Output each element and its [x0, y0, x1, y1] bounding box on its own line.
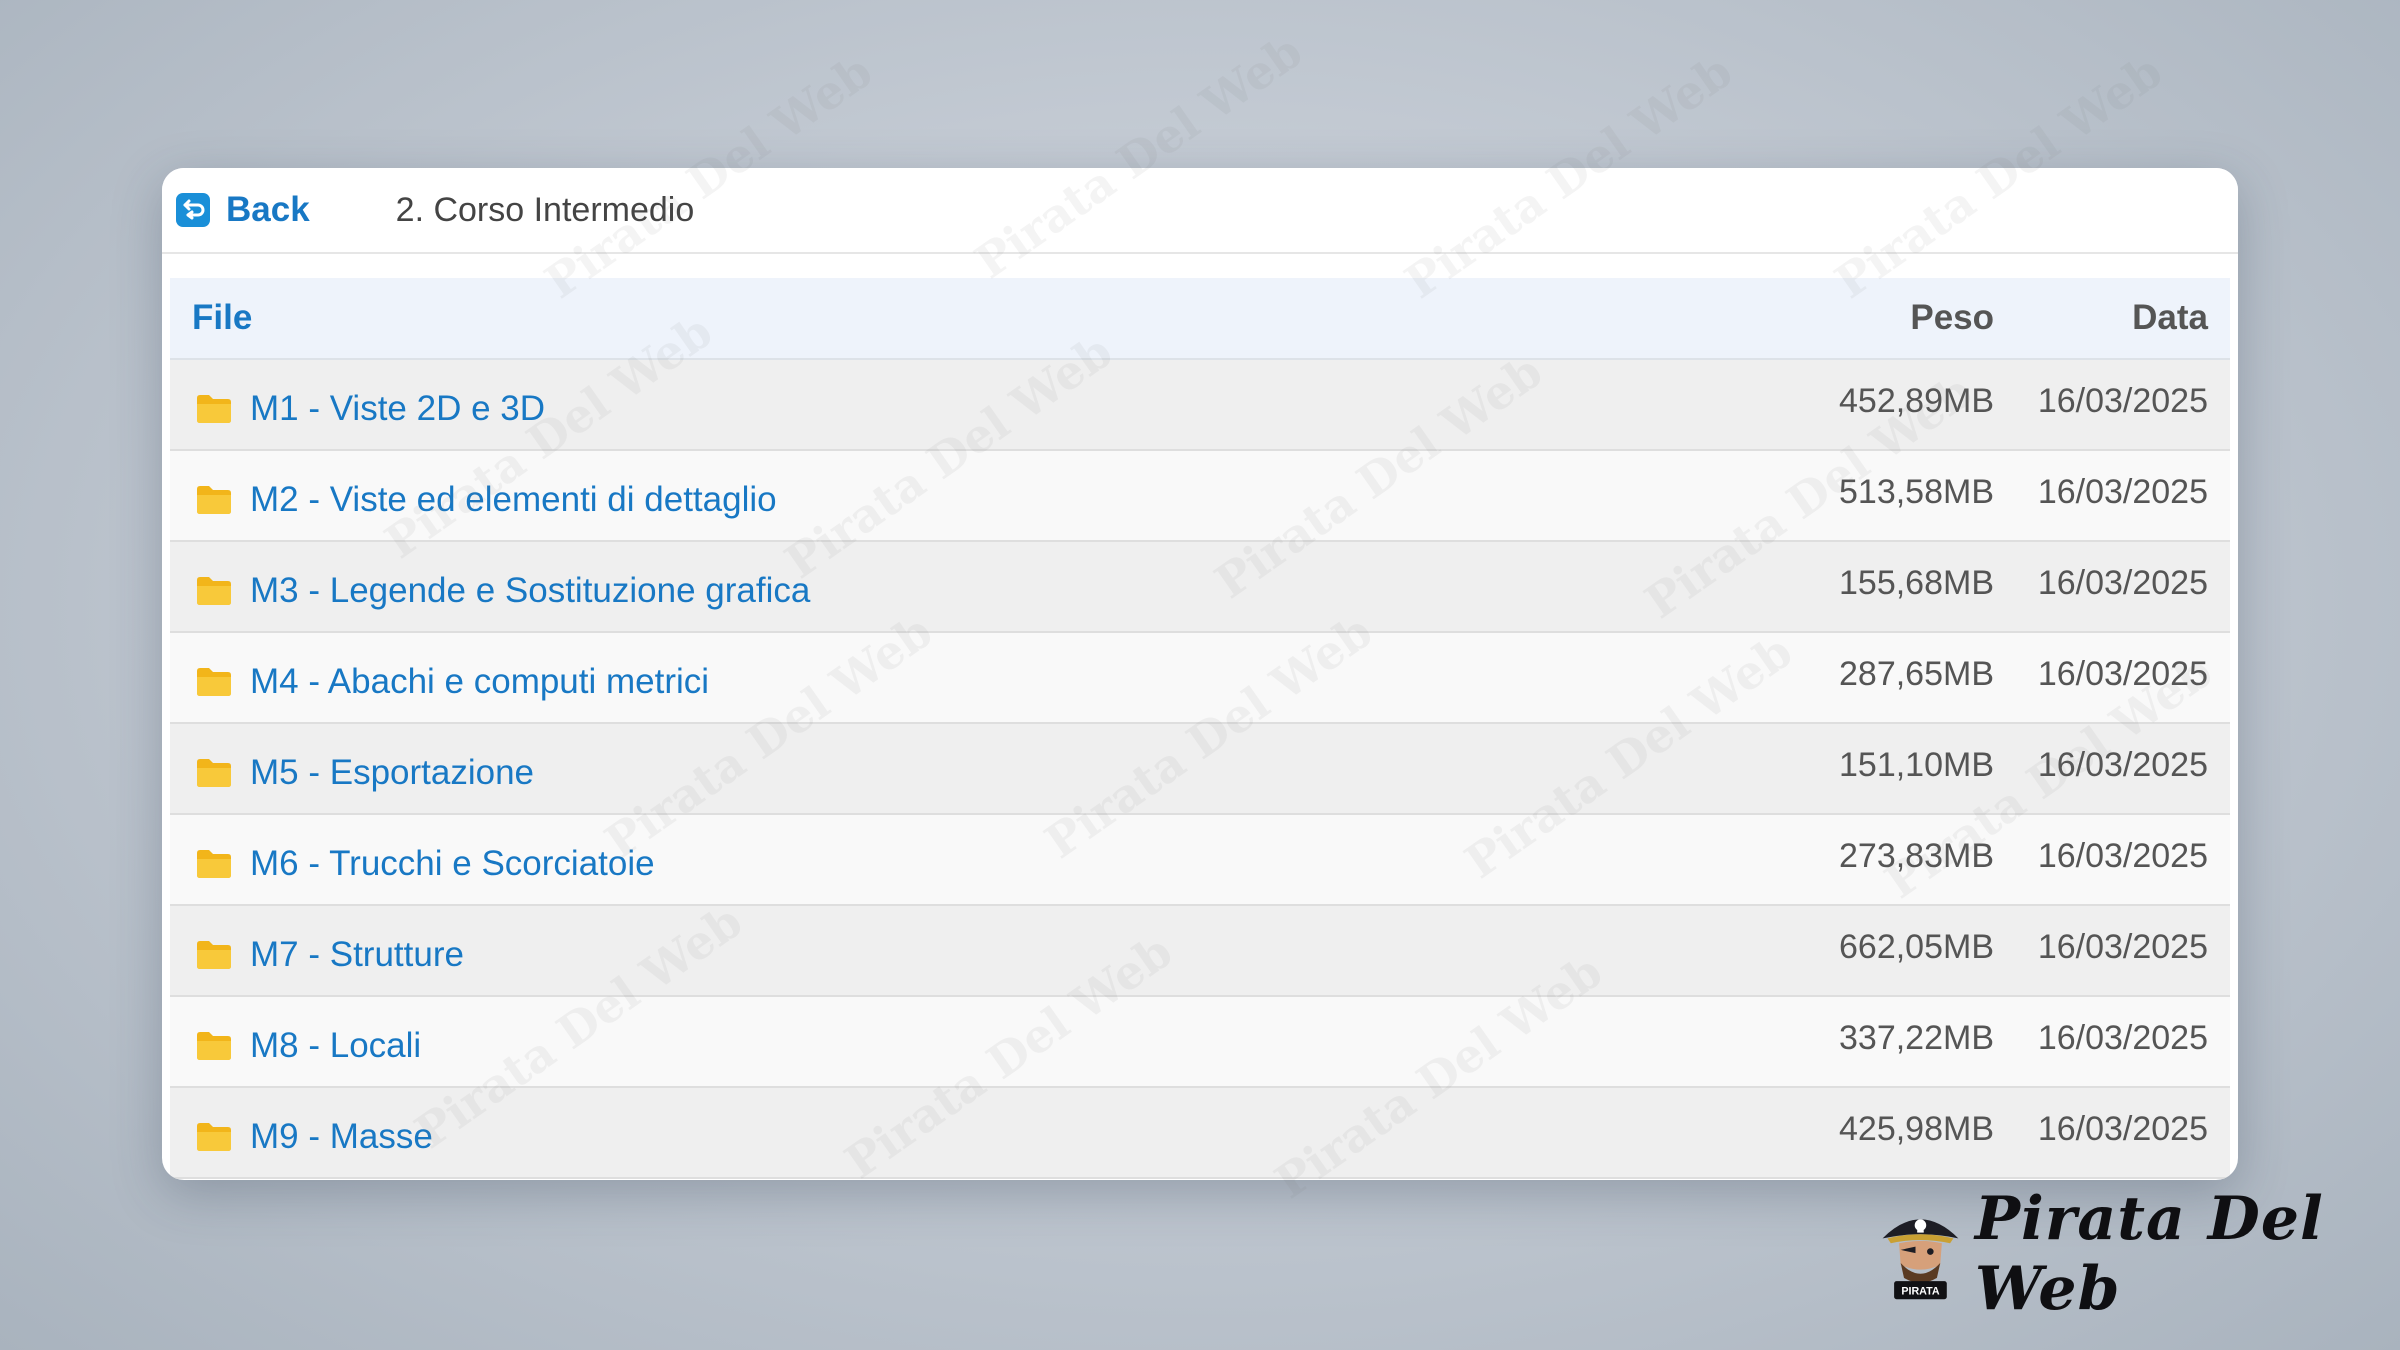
date-cell: 16/03/2025 [2037, 1019, 2208, 1057]
date-cell: 16/03/2025 [2037, 473, 2208, 511]
date-cell: 16/03/2025 [2037, 564, 2208, 602]
size-cell: 287,65MB [1839, 655, 1994, 693]
folder-name-link[interactable]: M7 - Strutture [250, 935, 464, 975]
file-table: File Peso Data M1 - Viste 2D e 3D 452,89M… [170, 278, 2230, 1179]
date-cell: 16/03/2025 [2037, 837, 2208, 875]
date-cell: 16/03/2025 [2037, 655, 2208, 693]
folder-name-link[interactable]: M1 - Viste 2D e 3D [250, 389, 545, 429]
folder-icon [196, 576, 232, 606]
size-cell: 452,89MB [1839, 382, 1994, 420]
size-cell: 662,05MB [1839, 928, 1994, 966]
date-cell: 16/03/2025 [2037, 382, 2208, 420]
back-label: Back [226, 190, 310, 229]
pirate-logo-icon: PIRATA [1882, 1219, 1959, 1300]
table-row[interactable]: M4 - Abachi e computi metrici 287,65MB 16/… [170, 633, 2230, 724]
folder-icon [196, 1031, 232, 1061]
date-cell: 16/03/2025 [2037, 1110, 2208, 1148]
folder-icon [196, 940, 232, 970]
table-body: M1 - Viste 2D e 3D 452,89MB 16/03/2025 M2 -… [170, 360, 2230, 1179]
name-cell: M2 - Viste ed elementi di dettaglio [170, 472, 1754, 520]
table-row[interactable]: M6 - Trucchi e Scorciatoie 273,83MB 16/03/… [170, 815, 2230, 906]
size-cell: 155,68MB [1839, 564, 1994, 602]
column-header-date[interactable]: Data [1994, 298, 2230, 338]
size-cell: 337,22MB [1839, 1019, 1994, 1057]
table-row[interactable]: M9 - Masse 425,98MB 16/03/2025 [170, 1088, 2230, 1179]
size-cell: 513,58MB [1839, 473, 1994, 511]
folder-icon [196, 667, 232, 697]
folder-name-link[interactable]: M4 - Abachi e computi metrici [250, 662, 709, 702]
folder-name-link[interactable]: M8 - Locali [250, 1026, 421, 1066]
size-cell: 273,83MB [1839, 837, 1994, 875]
size-cell: 425,98MB [1839, 1110, 1994, 1148]
table-row[interactable]: M8 - Locali 337,22MB 16/03/2025 [170, 997, 2230, 1088]
folder-icon [196, 1122, 232, 1152]
column-header-size[interactable]: Peso [1754, 298, 1994, 338]
table-row[interactable]: M3 - Legende e Sostituzione grafica 155,6… [170, 542, 2230, 633]
folder-icon [196, 758, 232, 788]
name-cell: M5 - Esportazione [170, 745, 1754, 793]
column-header-file[interactable]: File [170, 298, 1754, 338]
brand-logo: PIRATA Pirata Del Web [1876, 1184, 2400, 1324]
table-header: File Peso Data [170, 278, 2230, 360]
back-arrow-icon [176, 193, 210, 227]
table-row[interactable]: M7 - Strutture 662,05MB 16/03/2025 [170, 906, 2230, 997]
name-cell: M7 - Strutture [170, 927, 1754, 975]
table-row[interactable]: M1 - Viste 2D e 3D 452,89MB 16/03/2025 [170, 360, 2230, 451]
logo-caption: PIRATA [1901, 1285, 1939, 1297]
file-browser-panel: Back 2. Corso Intermedio File Peso Data … [162, 168, 2238, 1180]
name-cell: M1 - Viste 2D e 3D [170, 381, 1754, 429]
folder-icon [196, 485, 232, 515]
folder-name-link[interactable]: M6 - Trucchi e Scorciatoie [250, 844, 655, 884]
name-cell: M6 - Trucchi e Scorciatoie [170, 836, 1754, 884]
back-button[interactable]: Back [176, 190, 310, 230]
folder-name-link[interactable]: M5 - Esportazione [250, 753, 534, 793]
top-bar: Back 2. Corso Intermedio [162, 168, 2238, 254]
date-cell: 16/03/2025 [2037, 928, 2208, 966]
table-row[interactable]: M2 - Viste ed elementi di dettaglio 513,5… [170, 451, 2230, 542]
folder-name-link[interactable]: M3 - Legende e Sostituzione grafica [250, 571, 810, 611]
folder-name-link[interactable]: M2 - Viste ed elementi di dettaglio [250, 480, 777, 520]
name-cell: M9 - Masse [170, 1109, 1754, 1157]
table-row[interactable]: M5 - Esportazione 151,10MB 16/03/2025 [170, 724, 2230, 815]
folder-name-link[interactable]: M9 - Masse [250, 1117, 433, 1157]
breadcrumb: 2. Corso Intermedio [395, 190, 695, 229]
folder-icon [196, 849, 232, 879]
name-cell: M8 - Locali [170, 1018, 1754, 1066]
brand-name: Pirata Del Web [1974, 1184, 2324, 1324]
name-cell: M3 - Legende e Sostituzione grafica [170, 563, 1754, 611]
folder-icon [196, 394, 232, 424]
date-cell: 16/03/2025 [2037, 746, 2208, 784]
size-cell: 151,10MB [1839, 746, 1994, 784]
name-cell: M4 - Abachi e computi metrici [170, 654, 1754, 702]
